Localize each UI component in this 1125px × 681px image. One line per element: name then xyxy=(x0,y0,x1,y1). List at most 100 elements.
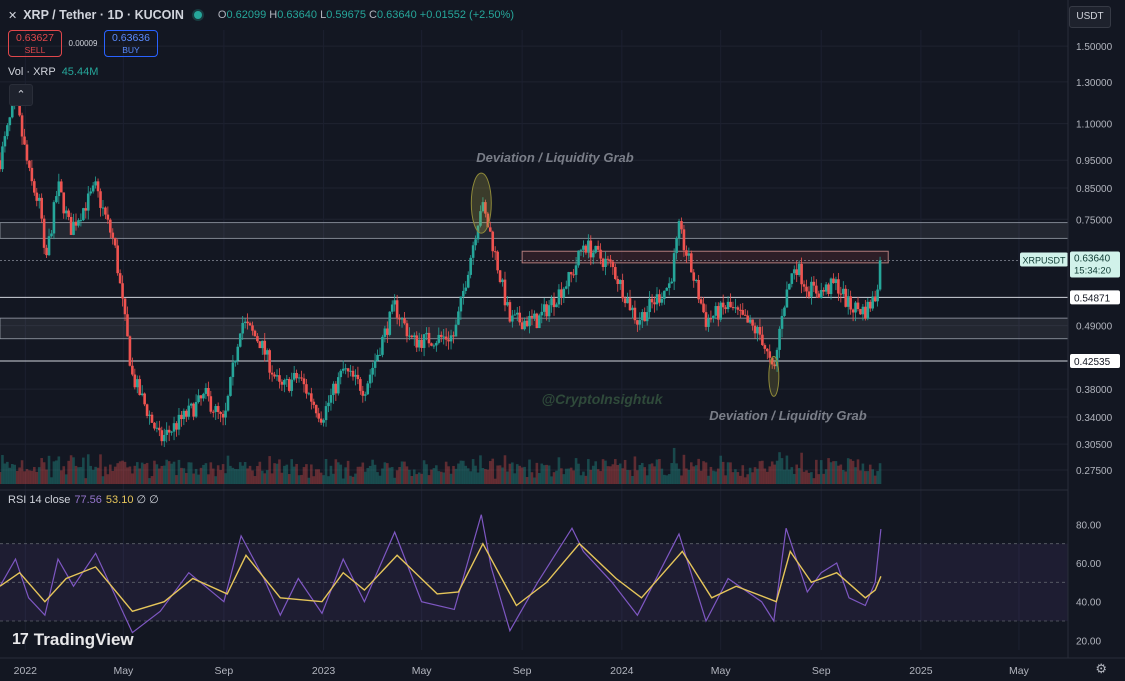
candle-body xyxy=(545,304,548,317)
candle-body xyxy=(569,272,573,275)
candle-body xyxy=(677,221,681,239)
candle-body xyxy=(192,403,195,417)
volume-bar xyxy=(768,466,772,484)
candle-body xyxy=(508,302,512,322)
volume-bar xyxy=(182,468,186,484)
candle-body xyxy=(283,379,286,385)
volume-bar xyxy=(270,473,274,484)
candle-body xyxy=(339,370,343,378)
candle-body xyxy=(783,307,786,316)
candle-body xyxy=(743,314,747,316)
volume-bar xyxy=(84,478,88,484)
candle-body xyxy=(236,346,240,361)
volume-bar xyxy=(709,466,713,484)
candle-body xyxy=(199,395,203,399)
candle-body xyxy=(501,279,504,283)
candle-body xyxy=(876,289,879,302)
volume-bar xyxy=(773,464,776,484)
rsi-axis-label: 80.00 xyxy=(1076,520,1101,531)
volume-bar xyxy=(817,474,821,484)
volume-bar xyxy=(133,465,137,484)
candle-body xyxy=(601,258,605,267)
volume-bar xyxy=(150,476,154,484)
candle-body xyxy=(670,281,673,284)
volume-bar xyxy=(719,455,723,484)
sell-button[interactable]: 0.63627 SELL xyxy=(8,30,62,57)
candle-body xyxy=(618,280,622,285)
volume-bar xyxy=(832,461,835,484)
candle-body xyxy=(94,181,97,186)
currency-button[interactable]: USDT xyxy=(1069,6,1111,28)
volume-bar xyxy=(420,473,423,484)
volume-bar xyxy=(682,454,686,484)
volume-bar xyxy=(74,465,78,484)
volume-bar xyxy=(770,461,774,484)
volume-bar xyxy=(724,475,727,484)
volume-bar xyxy=(427,475,431,484)
candle-body xyxy=(667,283,671,288)
gear-icon[interactable]: ⚙ xyxy=(1095,661,1107,677)
time-axis-label: 2024 xyxy=(610,665,634,677)
volume-bar xyxy=(645,475,649,484)
volume-bar xyxy=(827,458,830,484)
volume-bar xyxy=(425,464,428,484)
annotation-label: Deviation / Liquidity Grab xyxy=(709,408,867,423)
symbol-title[interactable]: XRP / Tether · 1D · KUCOIN xyxy=(23,8,184,22)
volume-bar xyxy=(118,461,122,484)
volume-bar xyxy=(437,471,441,484)
volume-bar xyxy=(109,464,112,484)
volume-bar xyxy=(623,459,627,484)
candle-body xyxy=(79,220,83,222)
volume-bar xyxy=(538,473,541,484)
volume-bar xyxy=(307,477,311,484)
volume-bar xyxy=(8,467,12,484)
volume-bar xyxy=(555,470,558,484)
volume-bar xyxy=(216,465,220,484)
candle-body xyxy=(587,240,590,253)
candle-body xyxy=(248,323,252,326)
candle-body xyxy=(126,314,129,337)
volume-bar xyxy=(550,476,553,484)
volume-bar xyxy=(300,474,303,484)
candle-body xyxy=(447,339,450,342)
candle-body xyxy=(86,193,90,211)
candle-body xyxy=(680,221,683,230)
candle-body xyxy=(388,311,392,335)
volume-bar xyxy=(800,452,803,484)
candle-body xyxy=(856,302,860,310)
volume-bar xyxy=(167,461,171,484)
candle-body xyxy=(273,374,276,377)
volume-bar xyxy=(155,464,159,484)
candle-body xyxy=(243,321,247,323)
volume-bar xyxy=(746,474,749,484)
volume-bar xyxy=(795,464,799,484)
chevron-up-icon[interactable]: ⌃ xyxy=(9,84,33,106)
buy-button[interactable]: 0.63636 BUY xyxy=(104,30,158,57)
volume-bar xyxy=(734,469,737,484)
volume-bar xyxy=(587,459,590,484)
candle-body xyxy=(449,335,453,342)
volume-bar xyxy=(444,461,448,484)
volume-bar xyxy=(756,468,759,484)
candle-body xyxy=(535,313,539,329)
volume-bar xyxy=(616,464,620,484)
candle-body xyxy=(334,383,338,394)
candle-body xyxy=(307,393,311,395)
volume-bar xyxy=(69,455,73,484)
volume-bar xyxy=(123,461,127,484)
candle-body xyxy=(689,253,693,273)
candle-body xyxy=(719,302,723,320)
candle-body xyxy=(768,351,772,358)
candle-body xyxy=(614,267,617,279)
liquidity-grab-marker xyxy=(768,355,780,397)
candle-body xyxy=(829,278,833,295)
volume-bar xyxy=(91,469,95,484)
volume-bar xyxy=(459,460,463,484)
volume-bar xyxy=(572,470,575,484)
chart-canvas[interactable]: Deviation / Liquidity Grab Deviation / Li… xyxy=(0,0,1125,681)
volume-bar xyxy=(415,474,419,484)
volume-bar xyxy=(778,452,781,484)
candle-body xyxy=(849,296,852,310)
candle-body xyxy=(354,374,357,377)
time-axis-label: 2023 xyxy=(312,665,336,677)
